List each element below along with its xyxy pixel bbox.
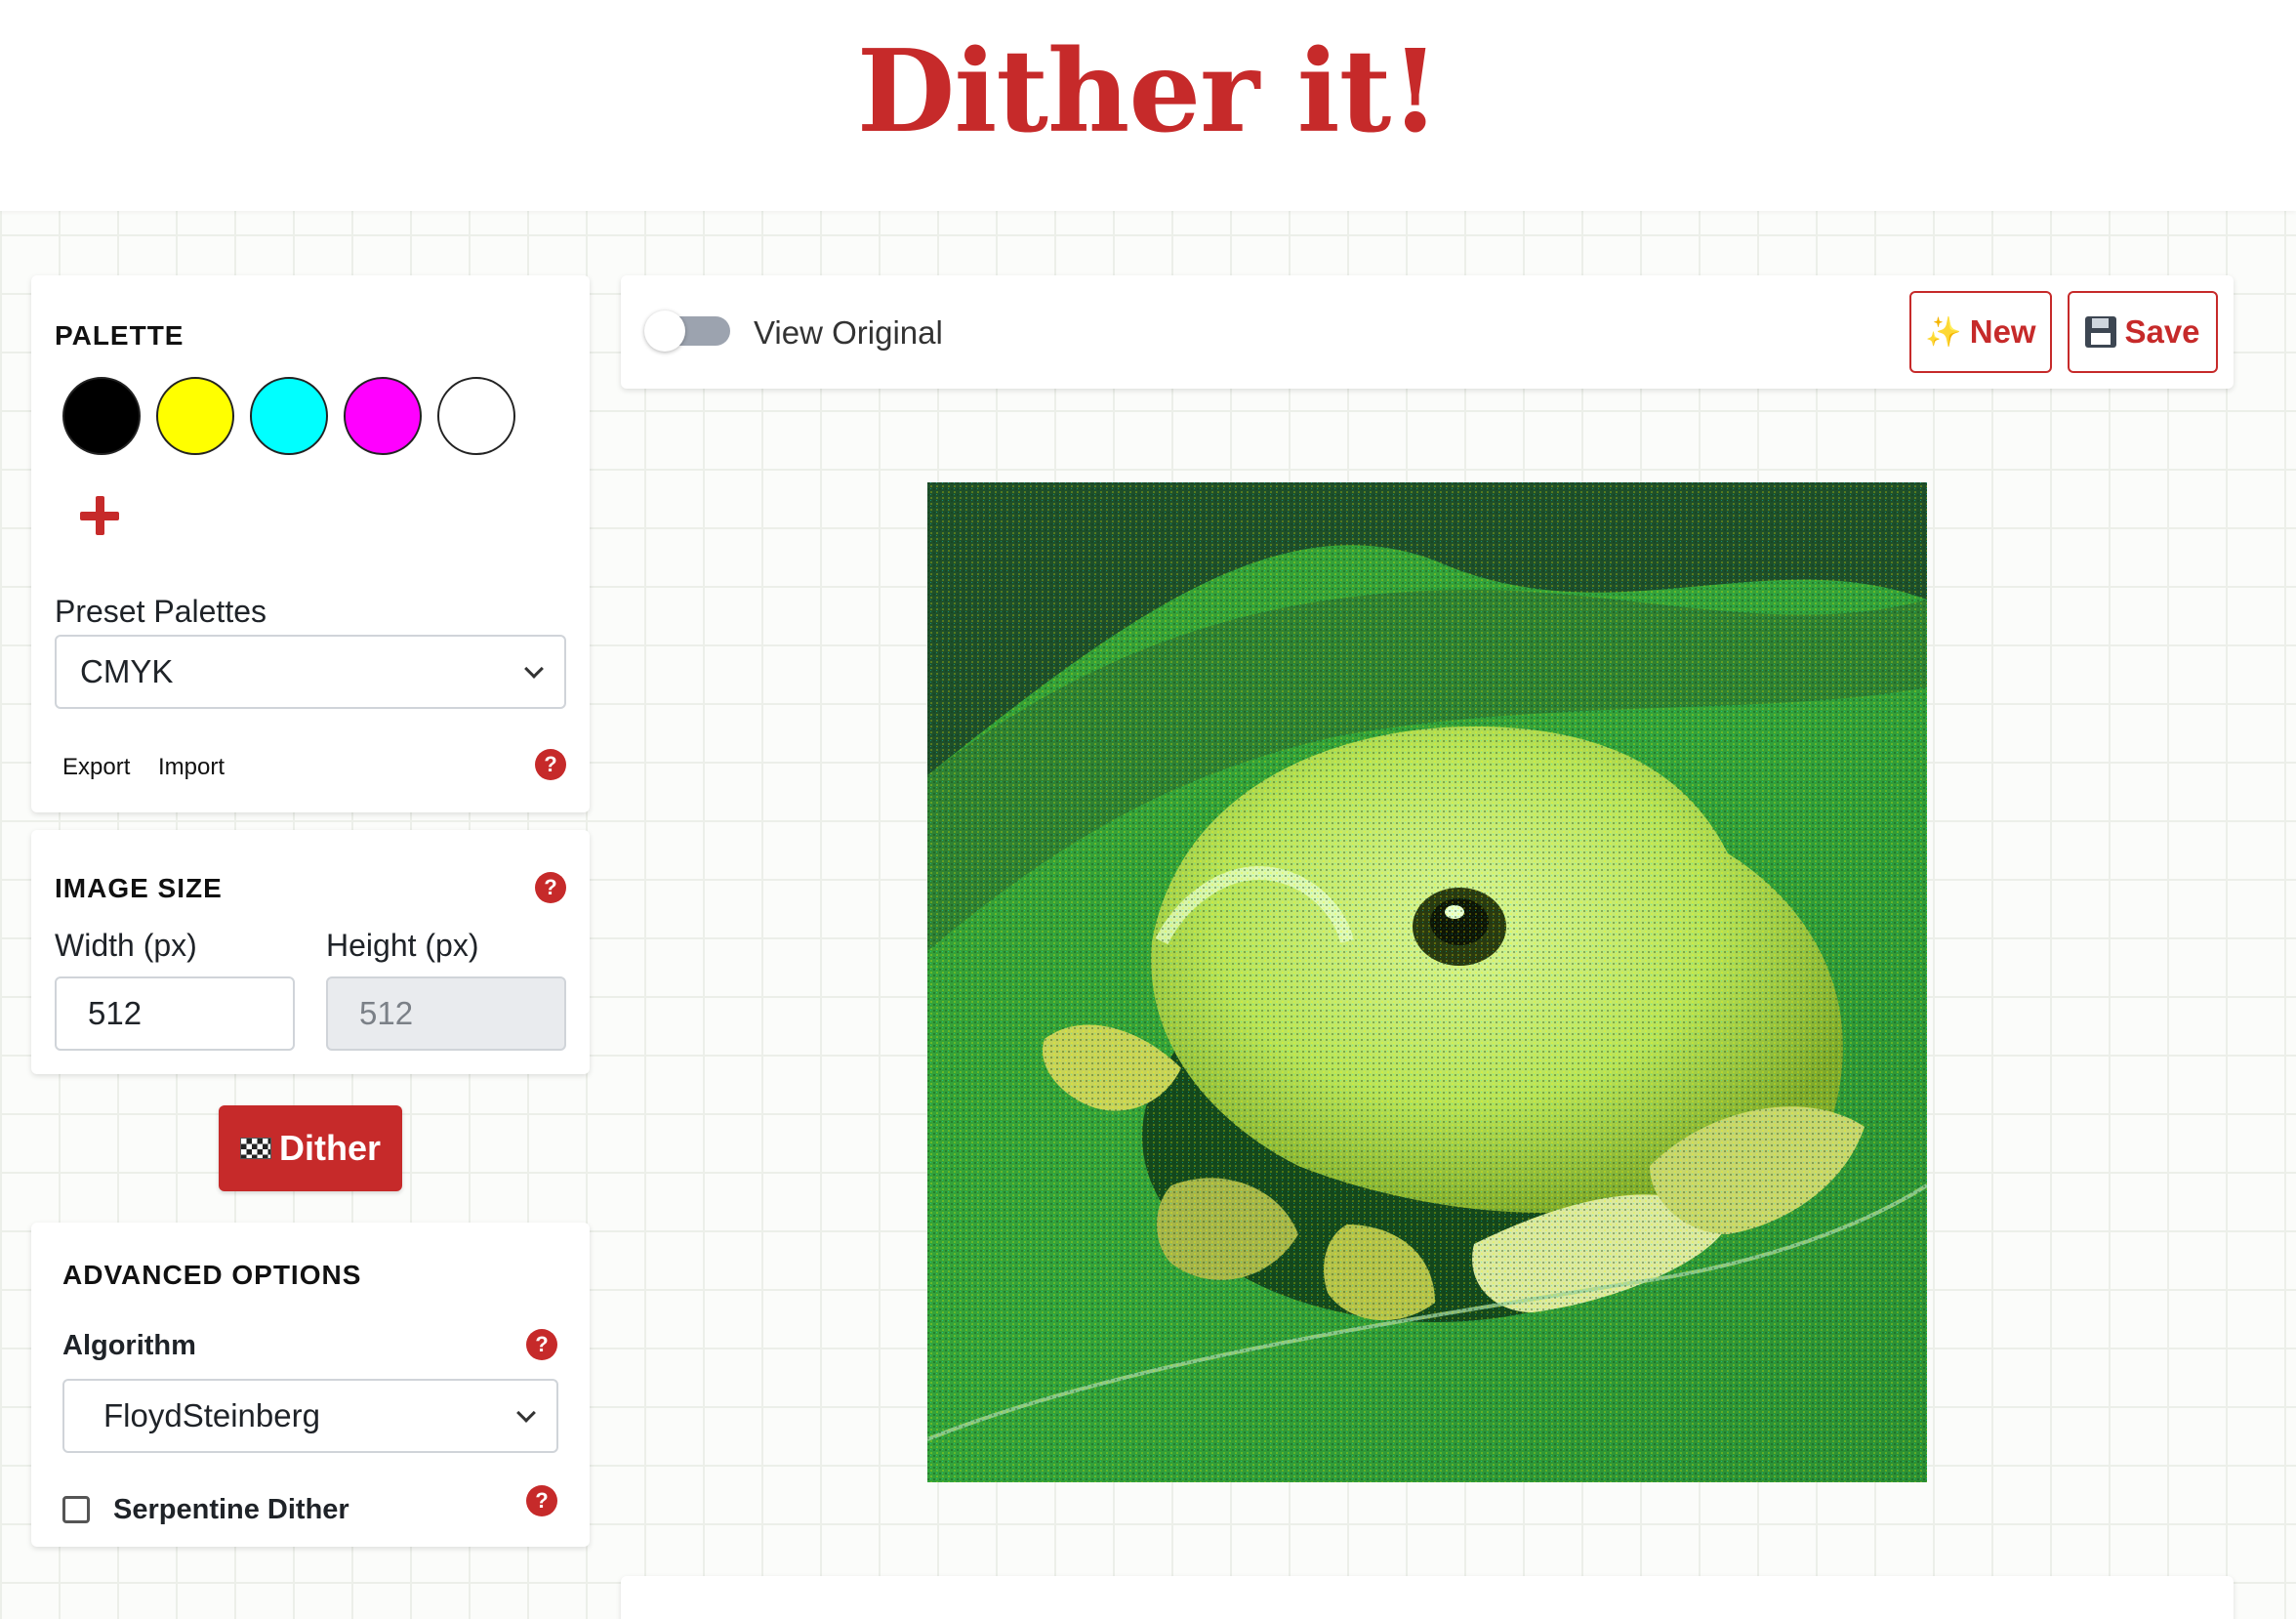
palette-swatch-white[interactable] [437,377,515,455]
dither-button-label: Dither [278,1128,381,1168]
import-link[interactable]: Import [158,754,225,781]
view-original-toggle[interactable] [644,311,730,352]
add-color-plus-icon[interactable] [76,492,123,539]
algorithm-value: FloydSteinberg [103,1397,320,1433]
palette-swatch-black[interactable] [62,377,141,455]
export-link[interactable]: Export [62,754,130,781]
app-header: Dither it! [0,0,2296,211]
palette-swatch-cyan[interactable] [250,377,328,455]
width-label: Width (px) [55,928,197,963]
new-button[interactable]: ✨ New [1909,291,2052,373]
app-title: Dither it! [856,25,1440,158]
height-value: 512 [359,995,414,1031]
serpentine-help-icon[interactable]: ? [526,1485,557,1516]
palette-heading: PALETTE [55,320,184,351]
chevron-down-icon [516,1403,536,1423]
image-size-heading: IMAGE SIZE [55,873,223,903]
algorithm-label: Algorithm [62,1330,196,1361]
height-label: Height (px) [326,928,479,963]
palette-help-icon[interactable]: ? [535,749,566,780]
toggle-knob [644,311,685,352]
palette-card [31,275,590,812]
algorithm-help-icon[interactable]: ? [526,1329,557,1360]
bottom-panel [621,1576,2234,1619]
dither-button[interactable]: Dither [219,1105,402,1191]
advanced-options-heading: ADVANCED OPTIONS [62,1260,362,1290]
save-button-label: Save [2124,313,2200,350]
new-button-label: New [1969,313,2036,350]
width-value: 512 [88,995,143,1031]
width-input[interactable]: 512 [55,976,295,1051]
palette-swatch-yellow[interactable] [156,377,234,455]
serpentine-checkbox[interactable] [62,1496,90,1523]
palette-swatch-magenta[interactable] [344,377,422,455]
chevron-down-icon [524,659,544,679]
chequered-flag-icon [239,1138,271,1159]
sparkles-icon: ✨ [1925,315,1962,349]
height-input: 512 [326,976,566,1051]
dithered-image-preview [927,482,1927,1482]
save-button[interactable]: Save [2068,291,2218,373]
preset-palettes-label: Preset Palettes [55,594,266,629]
preset-palettes-select[interactable]: CMYK [55,635,566,709]
image-size-help-icon[interactable]: ? [535,872,566,903]
view-original-label[interactable]: View Original [754,314,943,352]
serpentine-label[interactable]: Serpentine Dither [113,1494,349,1526]
preset-palettes-value: CMYK [80,653,174,689]
algorithm-select[interactable]: FloydSteinberg [62,1379,558,1453]
floppy-disk-icon [2085,316,2117,348]
dithered-frog-image [927,482,1927,1482]
